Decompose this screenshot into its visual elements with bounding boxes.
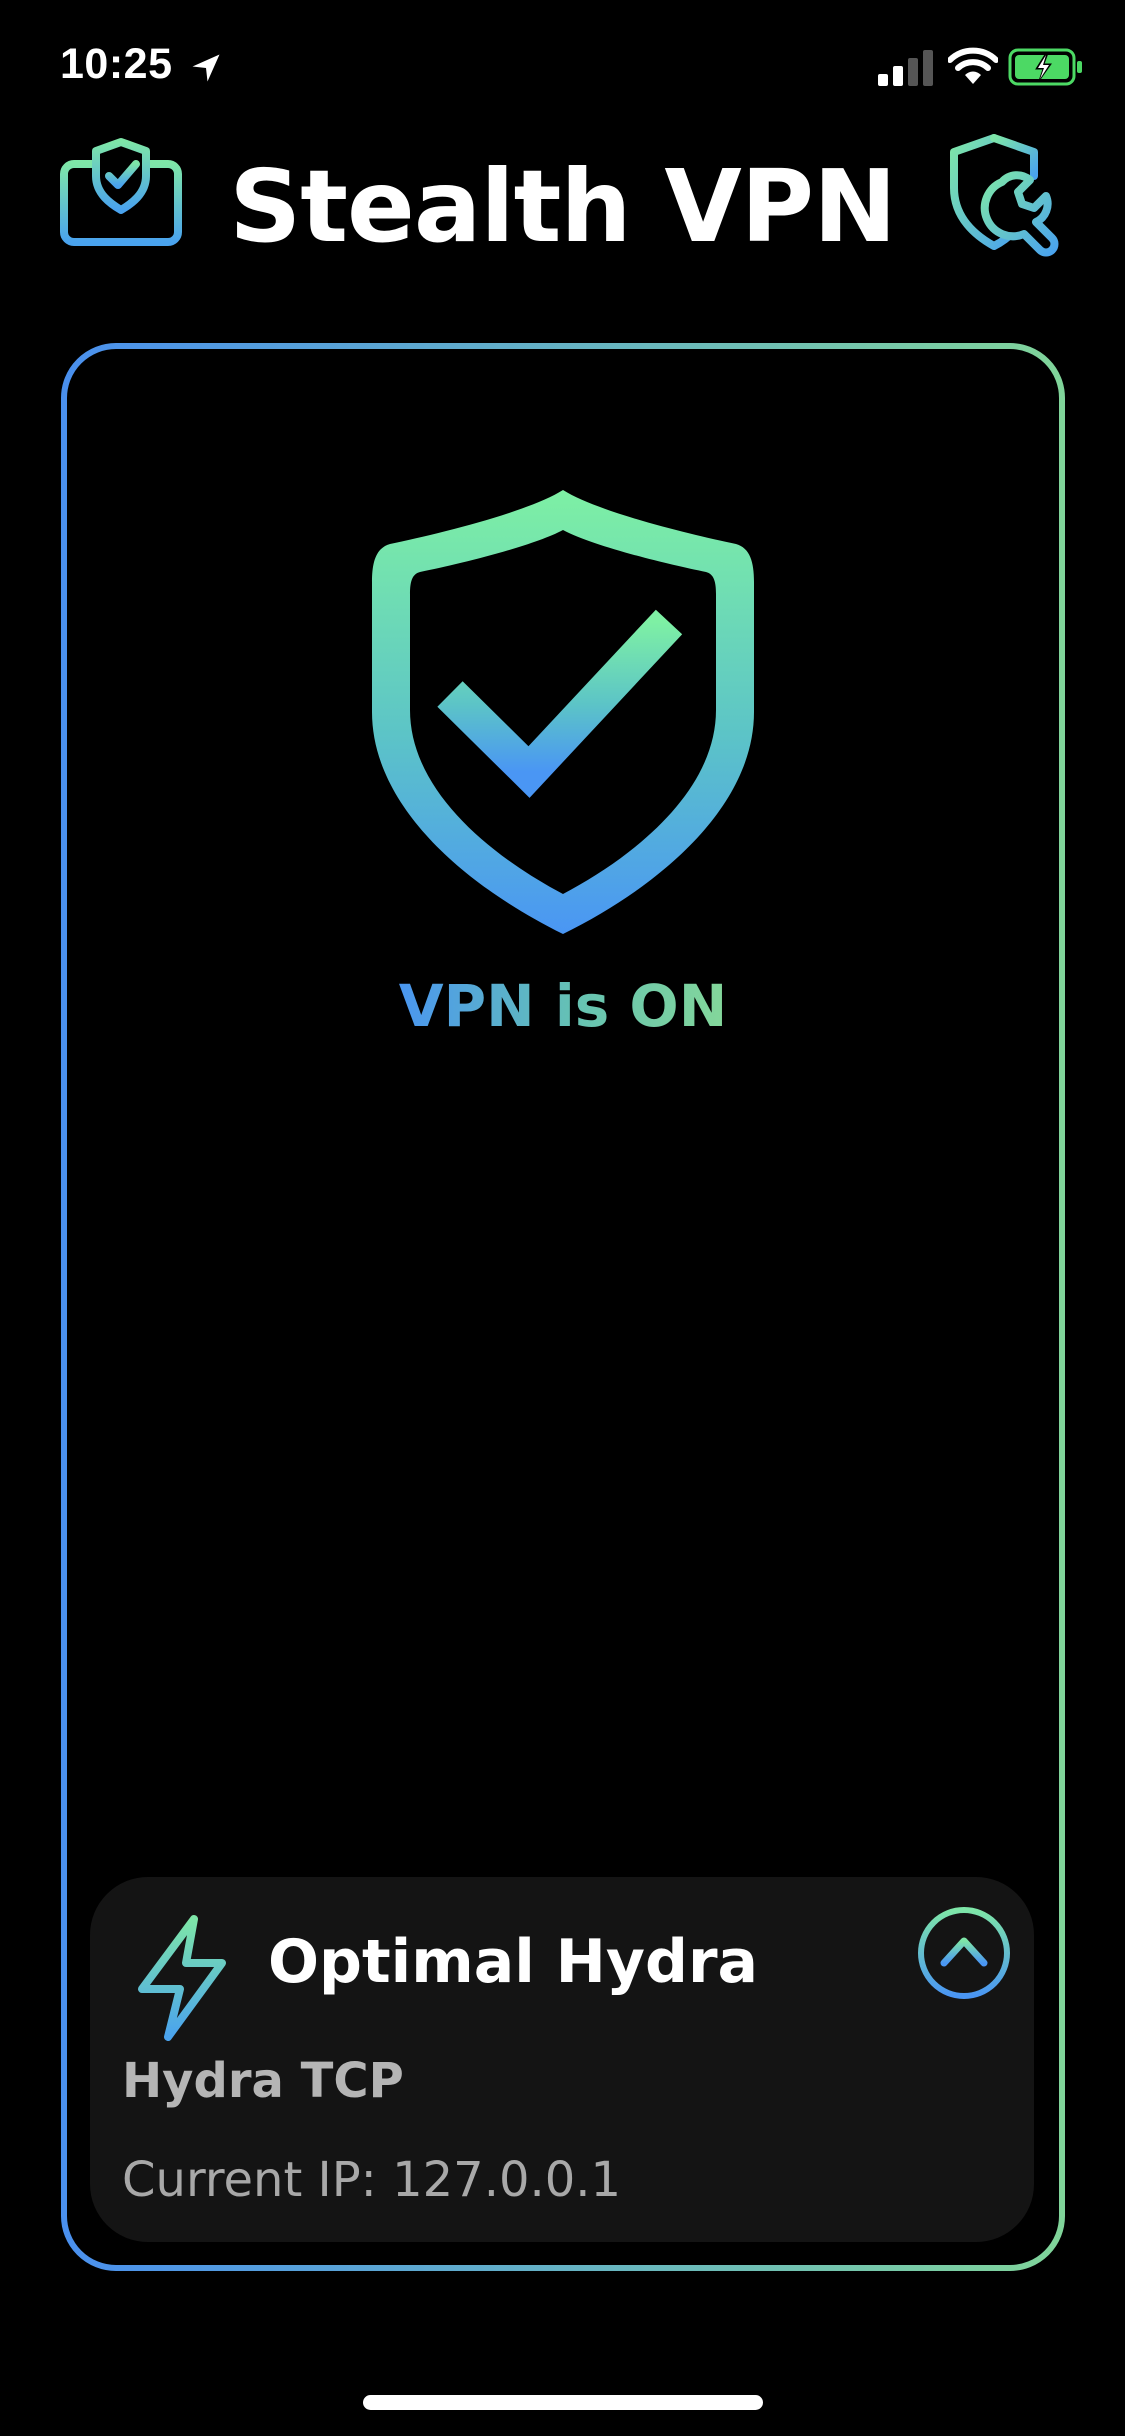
vpn-status-card: VPN is ON Optimal Hydra Hydra TCP Curren… [60,342,1066,2272]
lightning-bolt-icon [138,1915,226,2041]
status-bar: 10:25 [0,0,1125,132]
shield-wrench-icon[interactable] [936,130,1066,260]
home-indicator[interactable] [363,2395,763,2410]
wifi-icon [948,47,998,84]
cellular-signal-icon [878,50,933,86]
server-panel[interactable]: Optimal Hydra Hydra TCP Current IP: 127.… [90,1877,1034,2242]
status-time: 10:25 [60,40,173,88]
protocol-label: Hydra TCP [122,2053,404,2109]
chevron-up-icon[interactable] [916,1905,1012,2001]
server-name: Optimal Hydra [268,1927,759,1997]
app-header: Stealth VPN [0,130,1125,280]
vpn-status-label: VPN is ON [60,972,1066,1040]
vpn-status-text: VPN is ON [398,972,728,1040]
location-arrow-icon [192,54,220,82]
current-ip-label: Current IP: 127.0.0.1 [122,2152,622,2208]
battery-charging-icon [1008,48,1082,86]
shield-check-icon[interactable] [368,482,758,942]
